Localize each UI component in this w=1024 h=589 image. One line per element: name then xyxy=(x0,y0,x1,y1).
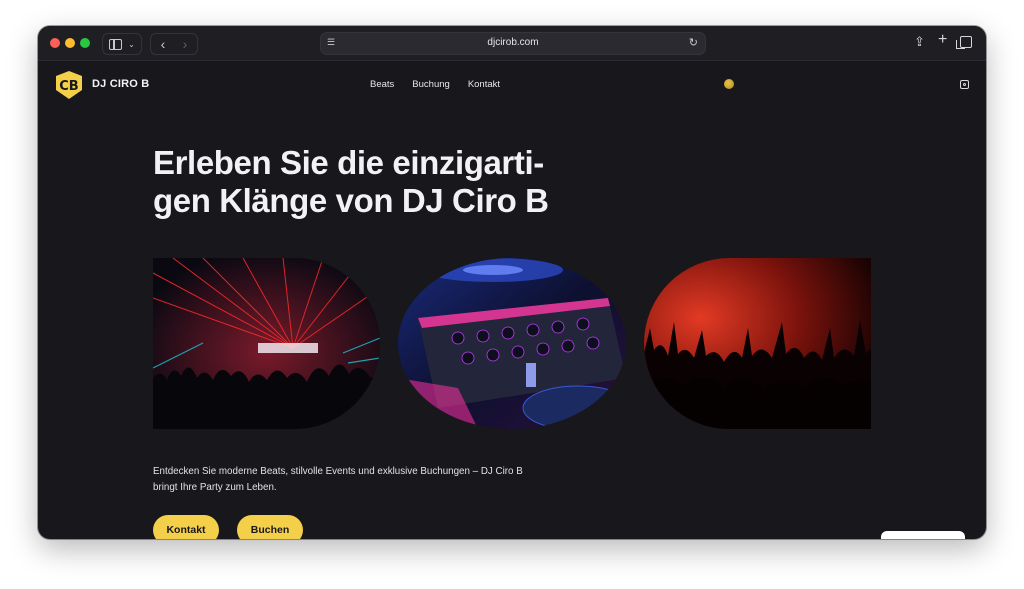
sidebar-toggle-button[interactable]: ⌄ xyxy=(102,33,142,55)
hero-headline-line-1: Erleben Sie die einzigarti- xyxy=(153,144,544,181)
hero-headline-line-2: gen Klänge von DJ Ciro B xyxy=(153,182,549,219)
nav-kontakt[interactable]: Kontakt xyxy=(468,79,500,90)
nav-beats[interactable]: Beats xyxy=(370,79,394,90)
buchen-button[interactable]: Buchen xyxy=(237,515,303,539)
sidebar-icon xyxy=(109,38,123,50)
tabs-overview-icon xyxy=(956,36,972,49)
site-header: CB DJ CIRO B Beats Buchung Kontakt xyxy=(38,60,986,108)
brand-name[interactable]: DJ CIRO B xyxy=(92,78,149,90)
share-icon[interactable]: ⇪ xyxy=(914,34,925,50)
concert-crowd-image xyxy=(644,258,871,429)
reload-icon[interactable]: ↻ xyxy=(689,36,698,49)
tabs-overview-button[interactable] xyxy=(956,34,972,49)
hero-lead-text: Entdecken Sie moderne Beats, stilvolle E… xyxy=(153,466,523,493)
minimize-window-button[interactable] xyxy=(65,38,75,48)
address-bar[interactable]: ☰ djcirob.com ↻ xyxy=(320,32,706,55)
laser-show-image xyxy=(153,258,380,429)
url-text: djcirob.com xyxy=(487,37,539,48)
globe-icon[interactable] xyxy=(724,79,734,89)
nav-buchung[interactable]: Buchung xyxy=(412,79,450,90)
forward-button[interactable]: › xyxy=(174,36,196,52)
back-button[interactable]: ‹ xyxy=(152,36,174,52)
instagram-icon[interactable] xyxy=(960,80,969,89)
browser-window: ⌄ ‹ › ☰ djcirob.com ↻ ⇪ + CB DJ CIRO B B… xyxy=(38,26,986,539)
zoom-window-button[interactable] xyxy=(80,38,90,48)
new-tab-icon[interactable]: + xyxy=(938,31,947,49)
history-navigation: ‹ › xyxy=(150,33,198,55)
logo-icon[interactable]: CB xyxy=(54,70,84,100)
close-window-button[interactable] xyxy=(50,38,60,48)
kontakt-button[interactable]: Kontakt xyxy=(153,515,219,539)
cookie-banner-edge[interactable] xyxy=(881,531,965,539)
main-nav: Beats Buchung Kontakt xyxy=(370,79,500,90)
dj-mixer-image xyxy=(398,258,626,429)
svg-text:CB: CB xyxy=(59,79,78,94)
chevron-down-icon: ⌄ xyxy=(128,39,135,49)
hero-headline: Erleben Sie die einzigarti- gen Klänge v… xyxy=(153,144,573,220)
browser-toolbar: ⌄ ‹ › ☰ djcirob.com ↻ ⇪ + xyxy=(38,26,986,61)
hero-gallery xyxy=(153,258,871,429)
